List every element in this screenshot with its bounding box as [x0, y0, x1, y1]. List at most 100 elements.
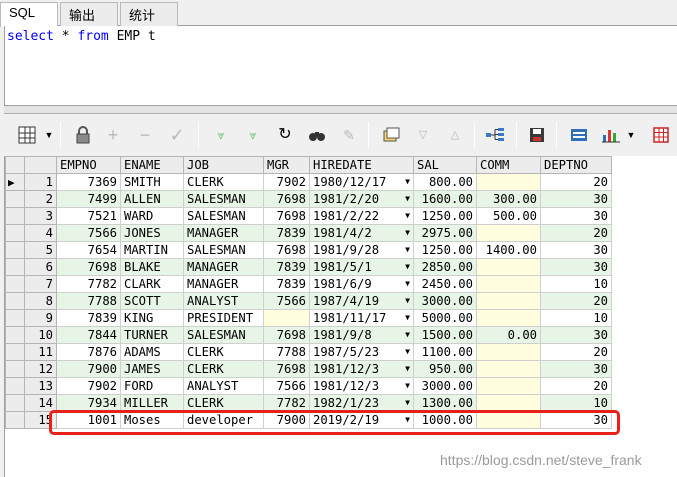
cell-job[interactable]: ANALYST [183, 377, 264, 395]
cell-deptno[interactable]: 20 [540, 173, 612, 191]
cell-empno[interactable]: 7876 [56, 343, 121, 361]
cell-comm[interactable]: 300.00 [476, 190, 541, 208]
date-dropdown-icon[interactable]: ▼ [405, 279, 410, 288]
cell-hiredate[interactable]: ▼ 1981/5/1 [309, 258, 414, 276]
table-row[interactable]: 8 7788 SCOTT ANALYST 7566 ▼ 1987/4/19 3000.00 20 [5, 292, 612, 310]
date-dropdown-icon[interactable]: ▼ [405, 415, 410, 424]
table-row[interactable]: 9 7839 KING PRESIDENT ▼ 1981/11/17 5000.00 10 [5, 309, 612, 327]
cell-ename[interactable]: CLARK [120, 275, 184, 293]
cell-hiredate[interactable]: ▼ 1982/1/23 [309, 394, 414, 412]
cell-sal[interactable]: 2850.00 [413, 258, 477, 276]
refresh-icon[interactable]: ↻ [274, 124, 296, 146]
cell-hiredate[interactable]: ▼ 2019/2/19 [309, 411, 414, 429]
cell-sal[interactable]: 1500.00 [413, 326, 477, 344]
row-indicator[interactable] [5, 275, 25, 293]
splitter[interactable] [4, 106, 677, 114]
tab-sql[interactable]: SQL [0, 2, 58, 27]
cell-deptno[interactable]: 10 [540, 394, 612, 412]
cell-hiredate[interactable]: ▼ 1981/12/3 [309, 360, 414, 378]
row-indicator[interactable] [5, 224, 25, 242]
date-dropdown-icon[interactable]: ▼ [405, 330, 410, 339]
cell-sal[interactable]: 800.00 [413, 173, 477, 191]
cell-comm[interactable] [476, 394, 541, 412]
cell-comm[interactable] [476, 173, 541, 191]
grid-view-icon[interactable] [16, 124, 38, 146]
cell-mgr[interactable]: 7839 [263, 224, 310, 242]
cell-ename[interactable]: WARD [120, 207, 184, 225]
cell-job[interactable]: MANAGER [183, 258, 264, 276]
result-grid[interactable]: EMPNO ENAME JOB MGR HIREDATE SAL COMM DE… [4, 156, 677, 477]
cell-mgr[interactable]: 7698 [263, 207, 310, 225]
tab-statistics[interactable]: 统计 [120, 2, 178, 26]
table-row[interactable]: 11 7876 ADAMS CLERK 7788 ▼ 1987/5/23 1100.00 20 [5, 343, 612, 361]
cell-mgr[interactable]: 7782 [263, 394, 310, 412]
cell-hiredate[interactable]: ▼ 1981/12/3 [309, 377, 414, 395]
row-indicator[interactable] [5, 292, 25, 310]
cell-sal[interactable]: 1300.00 [413, 394, 477, 412]
cell-sal[interactable]: 1000.00 [413, 411, 477, 429]
cell-empno[interactable]: 7698 [56, 258, 121, 276]
date-dropdown-icon[interactable]: ▼ [405, 245, 410, 254]
row-indicator[interactable] [5, 377, 25, 395]
column-header-ename[interactable]: ENAME [120, 156, 184, 174]
cell-deptno[interactable]: 30 [540, 241, 612, 259]
column-header-comm[interactable]: COMM [476, 156, 541, 174]
table-row[interactable]: 14 7934 MILLER CLERK 7782 ▼ 1982/1/23 1300.00 10 [5, 394, 612, 412]
cell-empno[interactable]: 7499 [56, 190, 121, 208]
next-record-icon[interactable]: △ [444, 124, 466, 146]
cell-job[interactable]: developer [183, 411, 264, 429]
cell-job[interactable]: MANAGER [183, 275, 264, 293]
cell-ename[interactable]: SCOTT [120, 292, 184, 310]
cell-mgr[interactable]: 7566 [263, 377, 310, 395]
date-dropdown-icon[interactable]: ▼ [405, 228, 410, 237]
table-row[interactable]: ▶ 1 7369 SMITH CLERK 7902 ▼ 1980/12/17 800.00 20 [5, 173, 612, 191]
cell-job[interactable]: PRESIDENT [183, 309, 264, 327]
cell-mgr[interactable]: 7698 [263, 326, 310, 344]
add-record-icon[interactable]: + [102, 124, 124, 146]
column-header-mgr[interactable]: MGR [263, 156, 310, 174]
cell-empno[interactable]: 7566 [56, 224, 121, 242]
cell-sal[interactable]: 3000.00 [413, 377, 477, 395]
cell-empno[interactable]: 7844 [56, 326, 121, 344]
cell-deptno[interactable]: 20 [540, 377, 612, 395]
cell-empno[interactable]: 7900 [56, 360, 121, 378]
table-row[interactable]: 5 7654 MARTIN SALESMAN 7698 ▼ 1981/9/28 1250.00… [5, 241, 612, 259]
cell-ename[interactable]: MARTIN [120, 241, 184, 259]
date-dropdown-icon[interactable]: ▼ [405, 211, 410, 220]
cell-sal[interactable]: 950.00 [413, 360, 477, 378]
cell-ename[interactable]: MILLER [120, 394, 184, 412]
table-row[interactable]: 13 7902 FORD ANALYST 7566 ▼ 1981/12/3 3000.00 20 [5, 377, 612, 395]
cell-ename[interactable]: FORD [120, 377, 184, 395]
cell-hiredate[interactable]: ▼ 1981/11/17 [309, 309, 414, 327]
cell-empno[interactable]: 1001 [56, 411, 121, 429]
row-indicator[interactable] [5, 190, 25, 208]
cell-empno[interactable]: 7839 [56, 309, 121, 327]
cell-ename[interactable]: ADAMS [120, 343, 184, 361]
row-indicator[interactable] [5, 207, 25, 225]
date-dropdown-icon[interactable]: ▼ [405, 177, 410, 186]
cell-job[interactable]: CLERK [183, 343, 264, 361]
row-indicator[interactable] [5, 411, 25, 429]
date-dropdown-icon[interactable]: ▼ [405, 194, 410, 203]
save-icon[interactable] [526, 124, 548, 146]
cell-deptno[interactable]: 20 [540, 343, 612, 361]
cell-sal[interactable]: 2450.00 [413, 275, 477, 293]
cell-sal[interactable]: 3000.00 [413, 292, 477, 310]
cell-deptno[interactable]: 10 [540, 309, 612, 327]
cell-comm[interactable]: 0.00 [476, 326, 541, 344]
cell-ename[interactable]: TURNER [120, 326, 184, 344]
cell-deptno[interactable]: 20 [540, 292, 612, 310]
cell-comm[interactable]: 500.00 [476, 207, 541, 225]
cell-ename[interactable]: Moses [120, 411, 184, 429]
fetch-next-icon[interactable]: ⩔ [210, 124, 232, 146]
cell-empno[interactable]: 7788 [56, 292, 121, 310]
export-icon[interactable] [568, 124, 590, 146]
cell-mgr[interactable]: 7788 [263, 343, 310, 361]
clear-eraser-icon[interactable]: ✎ [338, 124, 360, 146]
cell-deptno[interactable]: 30 [540, 258, 612, 276]
cell-job[interactable]: SALESMAN [183, 326, 264, 344]
cell-hiredate[interactable]: ▼ 1981/4/2 [309, 224, 414, 242]
cell-ename[interactable]: KING [120, 309, 184, 327]
cell-mgr[interactable]: 7566 [263, 292, 310, 310]
cell-empno[interactable]: 7521 [56, 207, 121, 225]
